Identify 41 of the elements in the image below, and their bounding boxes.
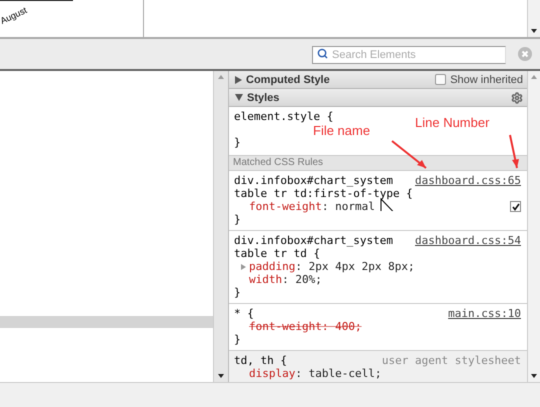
search-field[interactable]: Search Elements [312,46,506,64]
css-property: padding: 2px 4px 2px 8px; [249,260,415,273]
css-property: width: 20%; [249,273,322,286]
closing-brace: } [234,333,241,346]
scrollbar[interactable] [527,71,540,382]
source-link[interactable]: main.css:10 [448,307,521,320]
selector: element.style { [234,110,334,123]
checkbox[interactable] [510,201,521,212]
selector: div.infobox#chart_system [234,174,393,187]
computed-style-header[interactable]: Computed Style Show inherited [229,71,527,89]
checkbox-label: Show inherited [450,74,523,86]
expand-triangle-icon[interactable] [241,264,246,270]
selector: div.infobox#chart_system [234,234,393,247]
search-icon [317,48,328,59]
scrollbar[interactable] [527,0,540,37]
clear-icon[interactable] [518,47,532,61]
source-link[interactable]: dashboard.css:65 [415,174,521,187]
source-label: user agent stylesheet [382,354,521,367]
section-subheader: Matched CSS Rules [229,156,527,171]
scrollbar[interactable] [213,71,228,382]
source-link[interactable]: dashboard.css:54 [415,234,521,247]
css-property: display: table-cell; [249,367,382,380]
css-property: font-weight: 400; [249,320,362,333]
selector: td, th { [234,354,287,367]
checkbox[interactable] [435,74,446,85]
settings-icon[interactable] [511,92,523,104]
annotation-label: File name [313,123,370,138]
section-title: Styles [247,92,280,104]
annotation-arrow [391,140,427,169]
css-property: font-weight: normal [249,200,375,213]
closing-brace: } [234,213,241,226]
annotation-arrow [509,134,519,168]
selector: table tr td:first-of-type { [234,187,413,200]
selector: * { [234,307,254,320]
annotation-label: Line Number [415,115,490,130]
selector: table tr td { [234,247,320,260]
closing-brace: } [234,286,241,299]
mouse-cursor-icon [380,198,396,211]
closing-brace: } [234,136,241,149]
styles-header[interactable]: Styles [229,89,527,107]
section-title: Computed Style [246,74,331,86]
